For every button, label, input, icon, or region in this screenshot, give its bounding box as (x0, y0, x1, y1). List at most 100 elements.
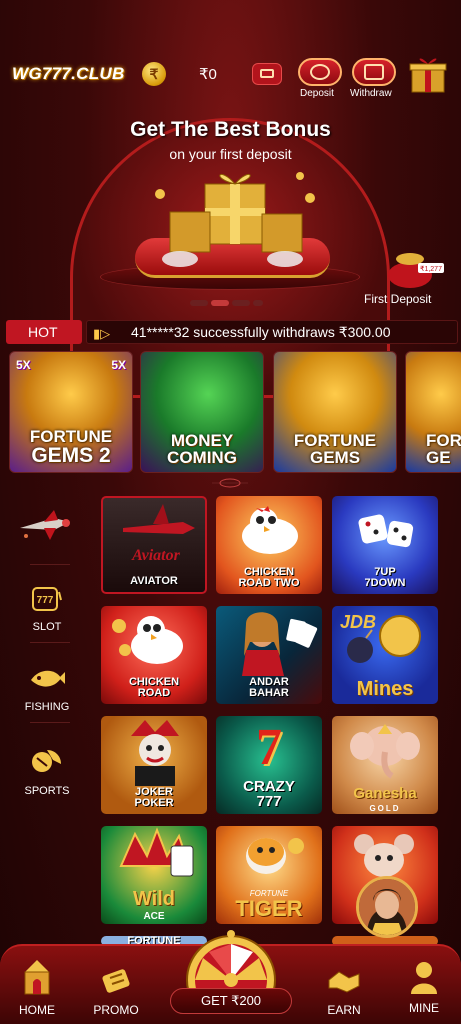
get-bonus-button[interactable]: GET ₹200 (170, 988, 292, 1014)
chicken-icon (242, 506, 298, 554)
side-separator (30, 642, 70, 643)
side-label-fishing: FISHING (24, 701, 70, 713)
fish-icon (31, 670, 65, 687)
rupee-coin-icon: ₹ (142, 62, 166, 86)
game-card-wild-ace[interactable]: Wild ACE (101, 826, 207, 924)
banner-subtitle: on your first deposit (169, 146, 292, 162)
game-card-fortune-partial[interactable]: FOR GE (405, 351, 461, 473)
section-divider-icon (212, 478, 248, 488)
withdraw-button[interactable] (352, 58, 396, 86)
multiplier-badge-right: 5X (111, 358, 126, 372)
deposit-label: Deposit (300, 88, 334, 99)
withdraw-label: Withdraw (350, 88, 392, 99)
nav-promo[interactable]: PROMO (86, 964, 146, 1017)
banner-dot[interactable] (253, 300, 263, 306)
game-card-joker-poker[interactable]: JOKER POKER (101, 716, 207, 814)
game-card-chicken-road[interactable]: CHICKEN ROAD (101, 606, 207, 704)
game-subtitle: GOLD (369, 804, 401, 813)
game-title: CHICKEN ROAD (128, 675, 180, 700)
side-separator (30, 722, 70, 723)
big-seven: 7 (256, 719, 282, 776)
category-sports[interactable]: SPORTS (8, 746, 86, 797)
ganesha-icon (350, 724, 420, 779)
game-card-fortune-tiger[interactable]: FORTUNE TIGER (216, 826, 322, 924)
category-rocket[interactable] (8, 508, 86, 553)
gold-gifts-illustration (155, 172, 315, 267)
title-line1: FOR (426, 431, 461, 450)
nav-earn-label: EARN (327, 1003, 361, 1017)
customer-support-avatar[interactable] (356, 876, 418, 938)
title-line2: GEMS (309, 448, 361, 467)
first-deposit-label[interactable]: First Deposit (364, 292, 431, 306)
game-title: JOKER POKER (134, 785, 174, 810)
jester-hat-icon (119, 827, 194, 877)
category-slot[interactable]: 777 SLOT (8, 586, 86, 633)
app-root: WG777.CLUB ₹ ₹0 Deposit Withdraw Get The… (0, 0, 461, 1024)
game-card-andar-bahar[interactable]: ANDAR BAHAR (216, 606, 322, 704)
hot-card-title: FORTUNE GEMS 2 (10, 428, 132, 466)
side-label-slot: SLOT (32, 621, 62, 633)
game-card-aviator[interactable]: Aviator AVIATOR (101, 496, 207, 594)
dice-icon (358, 514, 414, 548)
category-fishing[interactable]: FISHING (8, 666, 86, 713)
hot-tab[interactable]: HOT (6, 320, 82, 344)
tiger-icon (246, 838, 304, 874)
aviator-plane-icon: Aviator (123, 504, 195, 564)
wallet-icon (260, 69, 274, 78)
wallet-balance: ₹0 (199, 66, 217, 83)
wallet-refresh-button[interactable] (252, 63, 282, 85)
svg-text:777: 777 (37, 595, 54, 606)
game-card-fortune-gems-2[interactable]: 5X 5X FORTUNE GEMS 2 (9, 351, 133, 473)
nav-earn[interactable]: EARN (314, 968, 374, 1017)
sports-ball-icon (32, 750, 61, 772)
bag-tag: ₹1,277 (420, 265, 442, 273)
deposit-icon (310, 64, 330, 80)
banner-dot[interactable] (190, 300, 208, 306)
game-title: Ganesha (353, 785, 417, 803)
nav-mine-label: MINE (409, 1001, 439, 1015)
nav-promo-label: PROMO (93, 1003, 139, 1017)
nav-home[interactable]: HOME (7, 958, 67, 1017)
dealer-woman-icon (242, 612, 318, 676)
title-line2: GEMS 2 (31, 444, 111, 467)
promo-banner[interactable]: Get The Best Bonus on your first deposit… (0, 104, 461, 398)
game-card-money-coming[interactable]: MONEY COMING (140, 351, 264, 473)
game-card-fortune-gems[interactable]: FORTUNE GEMS (273, 351, 397, 473)
game-card-7up-7down[interactable]: 7UP 7DOWN (332, 496, 438, 594)
top-header: WG777.CLUB ₹ ₹0 Deposit Withdraw (0, 52, 461, 104)
title-line2: COMING (167, 448, 237, 467)
game-card-ganesha-gold[interactable]: Ganesha GOLD (332, 716, 438, 814)
game-title: AVIATOR (130, 575, 178, 588)
gift-box-icon[interactable] (404, 54, 452, 94)
banner-pagination[interactable] (190, 293, 270, 306)
nav-mine[interactable]: MINE (394, 960, 454, 1015)
title-line1: FORTUNE (29, 427, 113, 446)
notice-message: 41*****32 successfully withdraws ₹300.00 (131, 324, 391, 340)
joker-icon (131, 720, 179, 786)
user-profile-icon (411, 962, 437, 994)
site-logo[interactable]: WG777.CLUB (12, 64, 125, 84)
multiplier-badge: 5X (16, 358, 31, 372)
category-side-menu: 777 SLOT FISHING SPORTS (0, 490, 95, 810)
hot-card-title: MONEY COMING (141, 432, 263, 466)
jdb-brand: JDB (340, 612, 377, 632)
banner-dot[interactable] (232, 300, 250, 306)
lucky-wheel-icon[interactable] (181, 930, 281, 990)
deposit-button[interactable] (298, 58, 342, 86)
handshake-icon (328, 971, 360, 993)
money-bag-icon[interactable]: ₹1,277 (382, 249, 444, 289)
game-card-chicken-road-two[interactable]: CHICKEN ROAD TWO (216, 496, 322, 594)
hot-card-title: FORTUNE GEMS (274, 432, 396, 466)
hot-card-title: FOR GE (406, 432, 461, 466)
game-title: ANDAR BAHAR (249, 675, 289, 700)
game-title: 7UP 7DOWN (364, 565, 406, 590)
game-card-mines[interactable]: JDB Mines (332, 606, 438, 704)
nav-home-label: HOME (19, 1003, 55, 1017)
banner-title: Get The Best Bonus (130, 118, 331, 141)
side-separator (30, 564, 70, 565)
home-temple-icon (24, 960, 50, 995)
title-line1: MONEY (170, 431, 234, 450)
banner-dot-active[interactable] (211, 300, 229, 306)
title-line2: GE (426, 448, 451, 467)
game-card-crazy-777[interactable]: 7 CRAZY 777 (216, 716, 322, 814)
